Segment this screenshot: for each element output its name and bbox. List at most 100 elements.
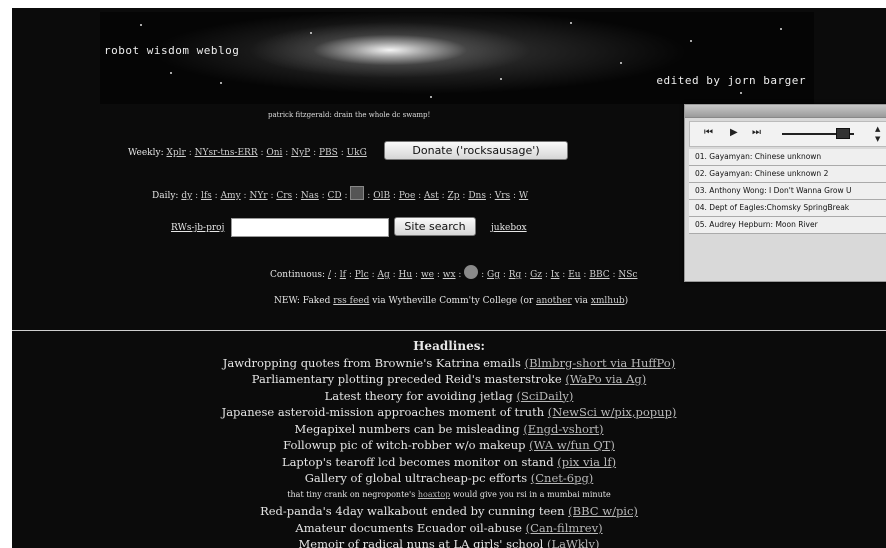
daily-row: Daily: dy : lfs : Amy : NYr : Crs : Nas … (152, 186, 528, 201)
headline-item-small: that tiny crank on negroponte's hoaxtop … (12, 487, 886, 504)
donate-button[interactable]: Donate ('rocksausage') (384, 141, 568, 160)
rss-feed-link[interactable]: rss feed (333, 296, 369, 306)
weekly-link-nysr[interactable]: NYsr-tns-ERR (195, 148, 258, 158)
headline-item: Parliamentary plotting preceded Reid's m… (12, 371, 886, 388)
playlist-track[interactable]: 01. Gayamyan: Chinese unknown (689, 149, 886, 166)
scroll-down-icon[interactable]: ▼ (875, 133, 880, 145)
headline-source-link[interactable]: (pix via lf) (557, 455, 616, 469)
headline-item: Latest theory for avoiding jetlag (SciDa… (12, 388, 886, 405)
playlist-track[interactable]: 03. Anthony Wong: I Don't Wanna Grow U (689, 183, 886, 200)
playlist-track[interactable]: 05. Audrey Hepburn: Moon River (689, 217, 886, 234)
site-search-input[interactable] (231, 218, 389, 237)
daily-link-zp[interactable]: Zp (448, 191, 460, 201)
headline-item: Japanese asteroid-mission approaches mom… (12, 404, 886, 421)
next-icon[interactable]: ⏭ (752, 127, 761, 139)
headline-text: would give you rsi in a mumbai minute (452, 489, 611, 499)
headline-text: Amateur documents Ecuador oil-abuse (295, 520, 522, 535)
weekly-link-nyp[interactable]: NyP (291, 148, 310, 158)
play-icon[interactable]: ▶ (730, 127, 738, 139)
news-prefix: NEW: Faked (274, 296, 331, 306)
headline-source-link[interactable]: (WA w/fun QT) (529, 438, 615, 452)
daily-link-nyr[interactable]: NYr (249, 191, 267, 201)
continuous-link-gg[interactable]: Gg (487, 270, 500, 280)
headline-source-link[interactable]: (Engd-vshort) (523, 422, 603, 436)
playlist-track[interactable]: 04. Dept of Eagles:Chomsky SpringBreak (689, 200, 886, 217)
continuous-link-gz[interactable]: Gz (530, 270, 542, 280)
continuous-link-ag[interactable]: Ag (377, 270, 389, 280)
section-divider (12, 330, 886, 331)
continuous-label: Continuous: (270, 270, 326, 280)
continuous-link-plc[interactable]: Plc (355, 270, 369, 280)
header-banner: robot wisdom weblog edited by jorn barge… (100, 12, 814, 104)
headline-text: Laptop's tearoff lcd becomes monitor on … (281, 454, 554, 469)
jukebox-player: ⏮ ▶ ⏭ ▲ ▼ 01. Gayamyan: Chinese unknown … (684, 104, 886, 282)
editor-credit: edited by jorn barger (656, 74, 806, 87)
headline-item: Followup pic of witch-robber w/o makeup … (12, 437, 886, 454)
daily-link-dy[interactable]: dy (181, 191, 192, 201)
volume-handle[interactable] (836, 128, 851, 139)
page: robot wisdom weblog edited by jorn barge… (12, 8, 886, 548)
continuous-link-we[interactable]: we (421, 270, 434, 280)
daily-link-poe[interactable]: Poe (399, 191, 415, 201)
headline-item: Megapixel numbers can be misleading (Eng… (12, 421, 886, 438)
headline-item: Memoir of radical nuns at LA girls' scho… (12, 536, 886, 548)
headline-source-link[interactable]: (BBC w/pic) (568, 504, 638, 518)
continuous-link-nsc[interactable]: NSc (618, 270, 637, 280)
globe-icon[interactable] (464, 265, 479, 279)
headline-item: Jawdropping quotes from Brownie's Katrin… (12, 355, 886, 372)
playlist: 01. Gayamyan: Chinese unknown 02. Gayamy… (689, 149, 886, 234)
playlist-track[interactable]: 02. Gayamyan: Chinese unknown 2 (689, 166, 886, 183)
headline-text: Japanese asteroid-mission approaches mom… (221, 405, 545, 419)
headline-source-link[interactable]: (SciDaily) (516, 389, 573, 403)
weekly-label: Weekly: (128, 148, 164, 158)
headline-text: Megapixel numbers can be misleading (294, 421, 520, 436)
headline-item: Laptop's tearoff lcd becomes monitor on … (12, 454, 886, 471)
news-middle: via Wytheville Comm'ty College (or (372, 296, 534, 306)
headline-source-link[interactable]: (NewSci w/pix,popup) (548, 405, 677, 419)
player-controls: ⏮ ▶ ⏭ ▲ ▼ (689, 121, 886, 147)
rws-jb-proj-link[interactable]: RWs-jb-proj (171, 223, 224, 233)
continuous-link-eu[interactable]: Eu (568, 270, 580, 280)
headlines-title: Headlines: (413, 339, 485, 353)
hoaxtop-link[interactable]: hoaxtop (418, 490, 450, 499)
jukebox-link[interactable]: jukebox (491, 223, 527, 233)
continuous-link-bbc[interactable]: BBC (589, 270, 609, 280)
headline-text: Jawdropping quotes from Brownie's Katrin… (222, 355, 521, 370)
tagline: patrick fitzgerald: drain the whole dc s… (268, 111, 431, 119)
headline-text: Memoir of radical nuns at LA girls' scho… (298, 537, 544, 548)
headline-source-link[interactable]: (LaWkly) (547, 537, 599, 548)
weekly-link-xplr[interactable]: Xplr (167, 148, 186, 158)
daily-link-crs[interactable]: Crs (276, 191, 292, 201)
continuous-link-rg[interactable]: Rg (509, 270, 522, 280)
headline-text: Gallery of global ultracheap-pc efforts (304, 471, 528, 485)
continuous-link-hu[interactable]: Hu (399, 270, 413, 280)
daily-link-cd[interactable]: CD (328, 191, 342, 201)
previous-icon[interactable]: ⏮ (704, 127, 713, 139)
daily-link-amy[interactable]: Amy (221, 191, 241, 201)
daily-label: Daily: (152, 191, 179, 201)
headline-source-link[interactable]: (Cnet-6pg) (531, 471, 594, 485)
headline-source-link[interactable]: (Blmbrg-short via HuffPo) (525, 356, 676, 370)
player-title-bar[interactable] (685, 105, 886, 118)
site-search-button[interactable]: Site search (394, 217, 476, 236)
weekly-link-oni[interactable]: Oni (266, 148, 282, 158)
site-title: robot wisdom weblog (104, 44, 240, 57)
daily-link-ast[interactable]: Ast (424, 191, 439, 201)
another-link[interactable]: another (536, 296, 572, 306)
daily-link-dns[interactable]: Dns (468, 191, 486, 201)
xmlhub-link[interactable]: xmlhub (591, 296, 625, 306)
weekly-link-ukg[interactable]: UkG (347, 148, 367, 158)
headline-item: Gallery of global ultracheap-pc efforts … (12, 470, 886, 487)
daily-link-olb[interactable]: OlB (373, 191, 390, 201)
daily-link-lfs[interactable]: lfs (201, 191, 212, 201)
headline-text: Red-panda's 4day walkabout ended by cunn… (260, 504, 565, 518)
continuous-link-wx[interactable]: wx (443, 270, 456, 280)
daily-link-vrs[interactable]: Vrs (495, 191, 510, 201)
portrait-icon[interactable] (350, 186, 365, 200)
headline-source-link[interactable]: (WaPo via Ag) (565, 372, 646, 386)
weekly-link-pbs[interactable]: PBS (319, 148, 338, 158)
daily-link-w[interactable]: W (519, 191, 528, 201)
headline-item: Red-panda's 4day walkabout ended by cunn… (12, 503, 886, 520)
headline-source-link[interactable]: (Can-filmrev) (526, 521, 603, 535)
daily-link-nas[interactable]: Nas (301, 191, 319, 201)
